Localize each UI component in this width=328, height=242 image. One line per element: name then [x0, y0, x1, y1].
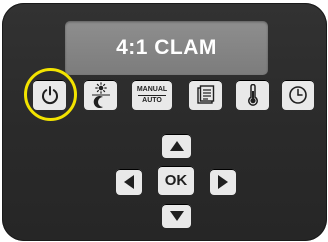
lcd-display: 4:1 CLAM: [65, 21, 268, 75]
thermometer-icon: [246, 84, 260, 106]
right-button[interactable]: [210, 169, 236, 195]
lcd-display-text: 4:1 CLAM: [116, 36, 217, 59]
temperature-button[interactable]: [236, 80, 269, 110]
document-list-icon: [196, 85, 216, 105]
manual-auto-button[interactable]: MANUAL AUTO: [132, 80, 172, 110]
up-button[interactable]: [162, 134, 191, 158]
arrow-right-icon: [217, 174, 229, 190]
menu-button[interactable]: [189, 80, 222, 110]
day-night-button[interactable]: [84, 80, 117, 110]
down-button[interactable]: [162, 204, 191, 228]
sun-moon-icon: [89, 82, 113, 108]
manual-label: MANUAL: [136, 85, 168, 93]
ok-button[interactable]: OK: [158, 166, 194, 195]
arrow-down-icon: [169, 210, 185, 222]
power-button-highlight: [24, 68, 77, 121]
left-button[interactable]: [116, 169, 142, 195]
arrow-up-icon: [169, 140, 185, 152]
mode-divider: [138, 94, 166, 96]
arrow-left-icon: [123, 174, 135, 190]
auto-label: AUTO: [142, 96, 162, 104]
clock-button[interactable]: [282, 80, 314, 110]
control-panel: 4:1 CLAM MANUAL AUTO OK: [2, 3, 327, 241]
clock-icon: [288, 85, 308, 105]
ok-label: OK: [164, 172, 188, 189]
